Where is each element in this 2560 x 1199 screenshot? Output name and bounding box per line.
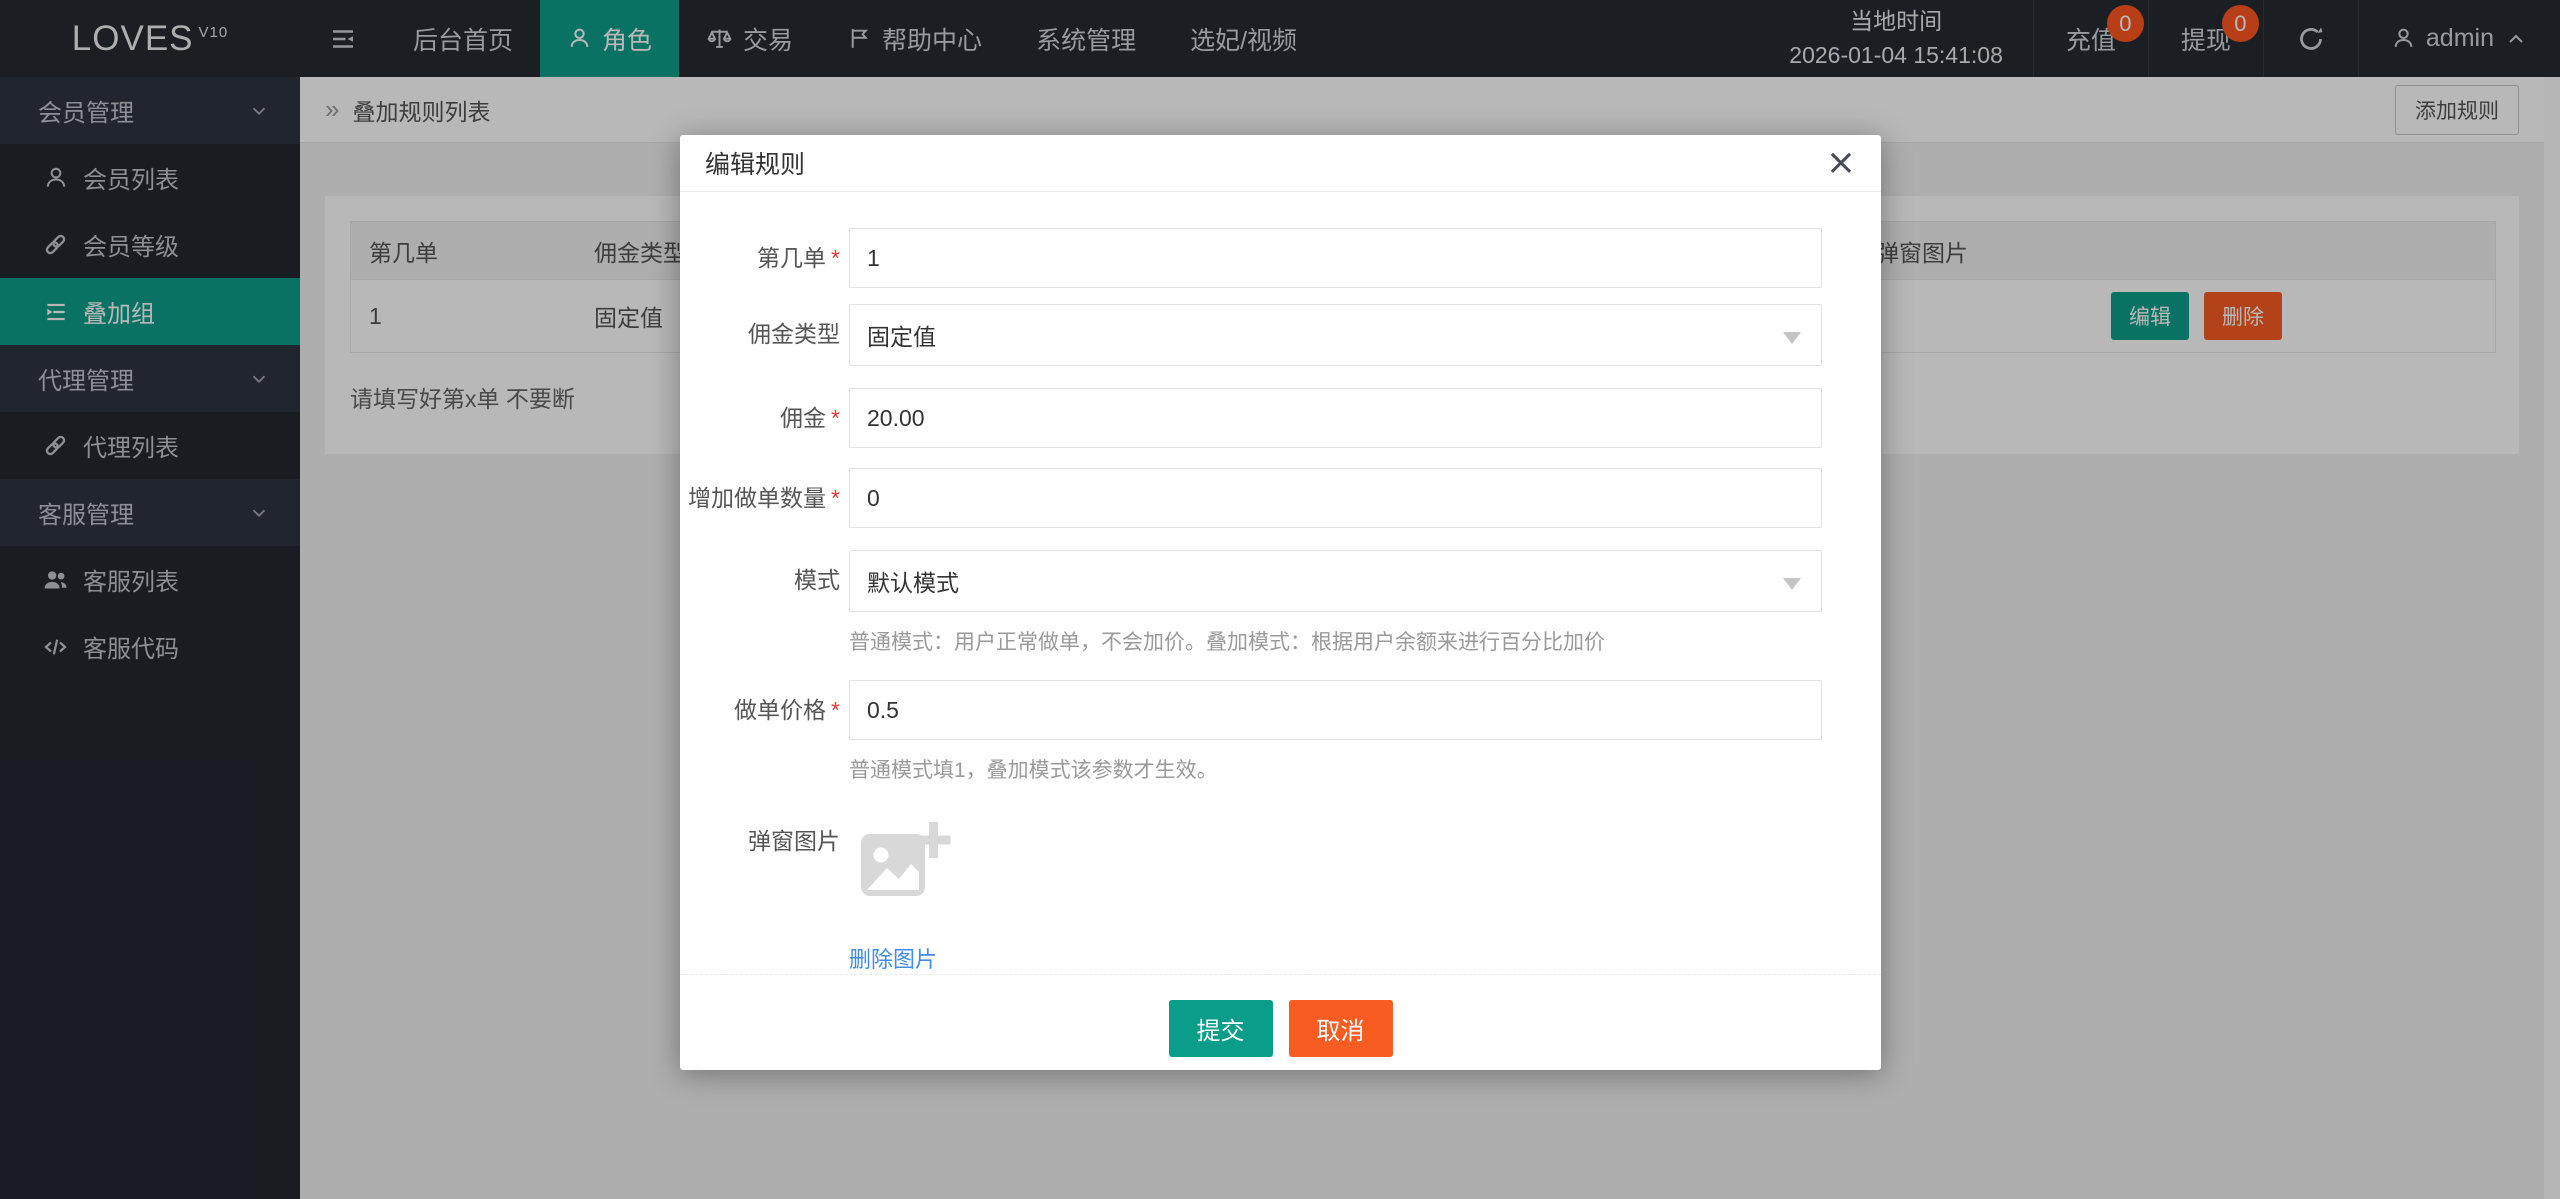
order-price-input[interactable]	[849, 680, 1822, 740]
field-order-no: 第几单*	[680, 228, 1881, 288]
field-commission-type: 佣金类型 固定值	[680, 304, 1881, 366]
mode-hint: 普通模式：用户正常做单，不会加价。叠加模式：根据用户余额来进行百分比加价	[849, 626, 1822, 656]
required-asterisk: *	[831, 245, 840, 271]
caret-down-icon	[1783, 332, 1801, 353]
modal-body: 第几单* 佣金类型 固定值 佣金* 增加做单数量* 模式 默认模	[680, 192, 1881, 974]
field-commission: 佣金*	[680, 388, 1881, 448]
mode-select[interactable]: 默认模式	[849, 550, 1822, 612]
caret-down-icon	[1783, 578, 1801, 599]
commission-input[interactable]	[849, 388, 1822, 448]
cancel-button[interactable]: 取消	[1289, 1000, 1393, 1057]
delete-image-link[interactable]: 删除图片	[849, 942, 937, 974]
order-price-hint: 普通模式填1，叠加模式该参数才生效。	[849, 754, 1822, 784]
field-order-price: 做单价格* 普通模式填1，叠加模式该参数才生效。	[680, 680, 1881, 784]
required-asterisk: *	[831, 405, 840, 431]
edit-rule-modal: 编辑规则 × 第几单* 佣金类型 固定值 佣金* 增加做单数量* 模式	[680, 135, 1881, 1070]
modal-header: 编辑规则 ×	[680, 135, 1881, 192]
submit-button[interactable]: 提交	[1169, 1000, 1273, 1057]
modal-title: 编辑规则	[705, 145, 805, 181]
commission-type-select[interactable]: 固定值	[849, 304, 1822, 366]
image-plus-icon	[859, 820, 951, 910]
order-no-input[interactable]	[849, 228, 1822, 288]
close-icon[interactable]: ×	[1826, 147, 1856, 179]
field-popup-image: 弹窗图片 删除图片	[680, 820, 1881, 974]
field-extra-order-count: 增加做单数量*	[680, 468, 1881, 528]
required-asterisk: *	[831, 485, 840, 511]
field-mode: 模式 默认模式 普通模式：用户正常做单，不会加价。叠加模式：根据用户余额来进行百…	[680, 550, 1881, 656]
image-upload-placeholder[interactable]	[859, 820, 951, 910]
modal-footer: 提交 取消	[680, 974, 1881, 1082]
required-asterisk: *	[831, 697, 840, 723]
extra-order-count-input[interactable]	[849, 468, 1822, 528]
